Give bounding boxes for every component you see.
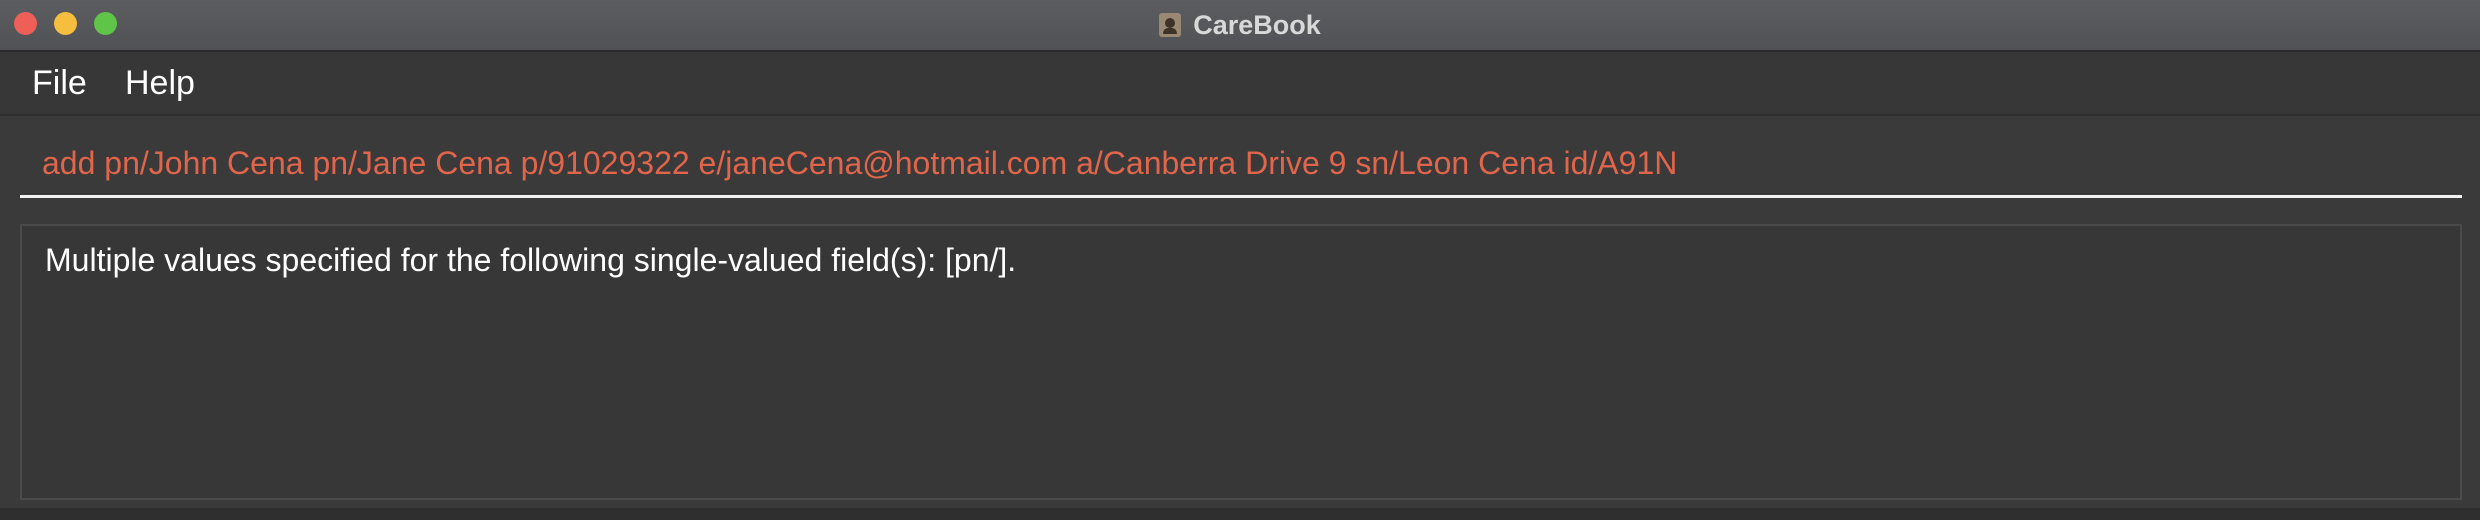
command-input-text: add pn/John Cena pn/Jane Cena p/91029322… xyxy=(42,145,1678,181)
menu-help[interactable]: Help xyxy=(125,52,195,114)
result-display[interactable]: Multiple values specified for the follow… xyxy=(20,224,2462,500)
app-window: CareBook File Help add pn/John Cena pn/J… xyxy=(0,0,2480,520)
title-bar[interactable]: CareBook xyxy=(0,0,2480,52)
menu-bar: File Help xyxy=(0,52,2480,116)
menu-file[interactable]: File xyxy=(32,52,87,114)
command-area: add pn/John Cena pn/Jane Cena p/91029322… xyxy=(0,116,2480,222)
result-message: Multiple values specified for the follow… xyxy=(45,242,1017,278)
address-book-icon xyxy=(1159,13,1182,37)
bottom-divider xyxy=(0,508,2480,520)
command-input[interactable]: add pn/John Cena pn/Jane Cena p/91029322… xyxy=(20,128,2462,198)
window-title: CareBook xyxy=(1193,9,1321,40)
title-container: CareBook xyxy=(0,0,2480,50)
